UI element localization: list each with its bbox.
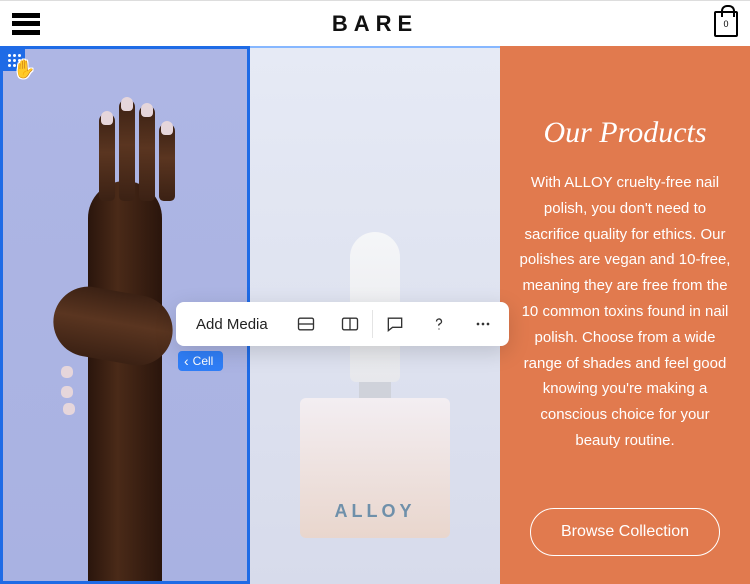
- add-media-button[interactable]: Add Media: [180, 302, 284, 346]
- topbar: BARE 0: [0, 0, 750, 46]
- hands-image: [88, 181, 162, 584]
- products-copy: With ALLOY cruelty-free nail polish, you…: [518, 170, 732, 454]
- shopping-bag-icon[interactable]: 0: [714, 11, 738, 37]
- grid-cell-text[interactable]: Our Products With ALLOY cruelty-free nai…: [500, 46, 750, 584]
- more-icon: [473, 314, 493, 334]
- cell-breadcrumb-label: Cell: [193, 354, 214, 368]
- browse-collection-button[interactable]: Browse Collection: [530, 508, 720, 556]
- bottle-label: ALLOY: [335, 501, 416, 522]
- comment-icon: [385, 314, 405, 334]
- split-horizontal-button[interactable]: [284, 302, 328, 346]
- bag-count: 0: [723, 19, 728, 29]
- element-toolbar: Add Media: [176, 302, 509, 346]
- more-options-button[interactable]: [461, 302, 505, 346]
- split-vertical-button[interactable]: [328, 302, 372, 346]
- split-horizontal-icon: [296, 314, 316, 334]
- help-button[interactable]: [417, 302, 461, 346]
- brand-logo: BARE: [332, 11, 418, 37]
- move-cursor-icon: ✋: [13, 59, 35, 80]
- products-headline: Our Products: [543, 116, 706, 150]
- split-vertical-icon: [340, 314, 360, 334]
- cell-breadcrumb-badge[interactable]: Cell: [178, 351, 223, 371]
- product-bottle-image: ALLOY: [300, 232, 450, 538]
- comment-button[interactable]: [373, 302, 417, 346]
- menu-icon[interactable]: [12, 13, 40, 35]
- help-icon: [429, 314, 449, 334]
- editor-stage: ✋ ALLOY Our Products With ALLOY cruelty-…: [0, 46, 750, 584]
